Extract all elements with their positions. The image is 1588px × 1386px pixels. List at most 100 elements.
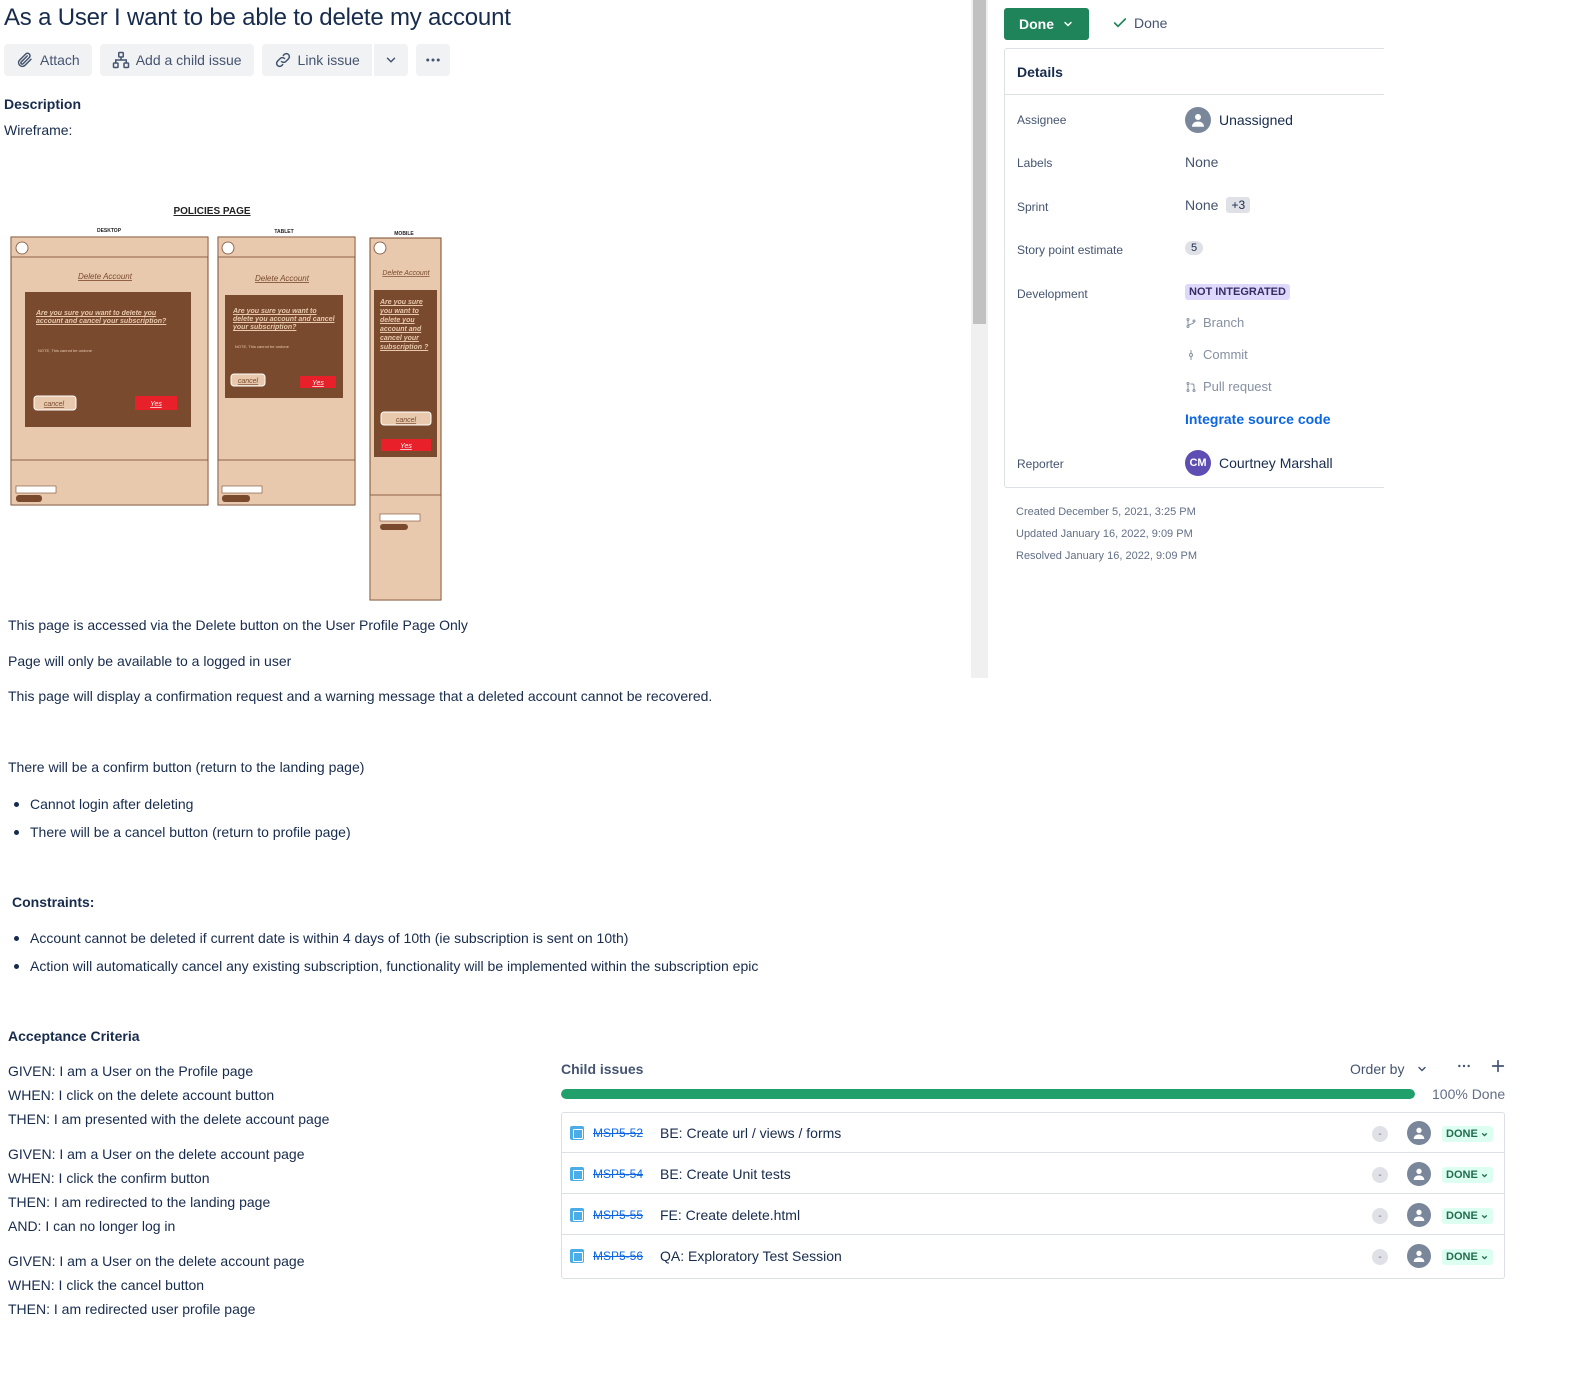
order-by-button[interactable]: Order by [1350,1061,1428,1077]
table-row[interactable]: MSP5-55 FE: Create delete.html - DONE [562,1195,1504,1235]
wireframe-image[interactable]: POLICIES PAGE DESKTOP TABLET MOBILE Dele… [8,200,448,602]
table-row[interactable]: MSP5-52 BE: Create url / views / forms -… [562,1113,1504,1153]
add-child-label: Add a child issue [135,52,242,68]
list-item: Cannot login after deleting [14,795,351,823]
avatar: CM [1185,450,1211,476]
issue-key[interactable]: MSP5-54 [593,1167,643,1181]
reporter-field[interactable]: CM Courtney Marshall [1185,450,1333,476]
child-issues-actions [1456,1058,1506,1074]
wireframe-mobile: Delete Account Are you sure you want to … [369,237,442,601]
wireframe-tablet-title: Delete Account [255,274,310,283]
story-points-field[interactable]: 5 [1185,241,1204,255]
scrollbar-thumb[interactable] [973,0,986,324]
user-icon [1413,1209,1425,1221]
attach-button[interactable]: Attach [4,44,92,76]
pull-request-label: Pull request [1203,379,1272,394]
chevron-down-icon [1481,1173,1487,1178]
development-status: NOT INTEGRATED [1185,284,1290,300]
priority-indicator[interactable]: - [1372,1208,1388,1224]
priority-indicator[interactable]: - [1372,1167,1388,1183]
wireframe-mobile-yes: Yes [400,443,412,450]
subtask-icon [570,1167,584,1181]
chevron-down-icon [1481,1255,1487,1260]
chevron-down-icon [1418,1066,1427,1072]
more-icon[interactable] [1456,1058,1472,1074]
issue-summary[interactable]: QA: Exploratory Test Session [660,1248,842,1264]
description-paragraph: This page is accessed via the Delete but… [8,617,468,633]
list-item: There will be a cancel button (return to… [14,823,351,851]
link-issue-dropdown-button[interactable] [373,44,408,76]
criteria-line: GIVEN: I am a User on the delete account… [8,1253,305,1269]
link-issue-button[interactable]: Link issue [261,44,372,76]
criteria-line: WHEN: I click on the delete account butt… [8,1087,275,1103]
avatar[interactable] [1407,1244,1431,1268]
pull-request-icon [1186,381,1196,392]
description-paragraph: This page will display a confirmation re… [8,688,713,704]
priority-indicator[interactable]: - [1372,1126,1388,1142]
issue-summary[interactable]: BE: Create url / views / forms [660,1125,841,1141]
status-dropdown[interactable]: DONE [1442,1167,1493,1183]
status-dropdown[interactable]: DONE [1442,1126,1493,1142]
branch-link[interactable]: Branch [1185,315,1244,330]
user-icon [1192,114,1204,127]
scrollbar[interactable] [971,0,988,678]
details-heading[interactable]: Details [1005,49,1384,95]
order-by-label: Order by [1350,1061,1405,1077]
issue-key[interactable]: MSP5-55 [593,1208,643,1222]
criteria-line: THEN: I am redirected user profile page [8,1301,256,1317]
wireframe-tablet: Delete Account Are you sure you want to … [217,236,356,506]
criteria-line: WHEN: I click the cancel button [8,1277,205,1293]
link-icon [275,52,290,68]
assignee-field[interactable]: Unassigned [1185,107,1293,133]
issue-title[interactable]: As a User I want to be able to delete my… [4,4,511,32]
status-dropdown-button[interactable]: Done [1004,8,1089,40]
integrate-source-code-link[interactable]: Integrate source code [1185,411,1331,427]
chevron-down-icon [386,57,396,63]
criteria-line: THEN: I am redirected to the landing pag… [8,1194,271,1210]
wireframe-mobile-title: Delete Account [382,270,430,277]
link-issue-label: Link issue [297,52,360,68]
user-icon [1413,1168,1425,1180]
labels-value[interactable]: None [1185,154,1218,170]
status-dropdown[interactable]: DONE [1442,1249,1493,1265]
progress-label: 100% Done [1432,1086,1506,1102]
wireframe-tablet-label: TABLET [274,229,293,235]
paperclip-icon [17,52,32,68]
issue-key[interactable]: MSP5-56 [593,1249,643,1263]
sprint-value: None [1185,197,1219,213]
wireframe-tablet-note: NOTE, This cannot be undone [235,344,290,349]
wireframe-tablet-yes: Yes [312,380,324,387]
details-panel: Details Assignee Unassigned Labels None … [1004,48,1384,488]
issue-summary[interactable]: FE: Create delete.html [660,1207,800,1223]
resolved-timestamp: Resolved January 16, 2022, 9:09 PM [1016,550,1198,562]
status-label: DONE [1446,1251,1478,1263]
sprint-field[interactable]: None +3 [1185,197,1251,213]
status-dropdown[interactable]: DONE [1442,1208,1493,1224]
issue-key[interactable]: MSP5-52 [593,1126,643,1140]
avatar[interactable] [1407,1121,1431,1145]
development-label: Development [1017,287,1088,301]
more-actions-button[interactable] [415,44,450,76]
requirements-list: Cannot login after deleting There will b… [14,795,351,851]
add-icon[interactable] [1490,1058,1506,1074]
table-row[interactable]: MSP5-54 BE: Create Unit tests - DONE [562,1154,1504,1194]
table-row[interactable]: MSP5-56 QA: Exploratory Test Session - D… [562,1236,1504,1276]
add-child-issue-button[interactable]: Add a child issue [99,44,254,76]
avatar[interactable] [1407,1203,1431,1227]
branch-label: Branch [1203,315,1245,330]
commit-icon [1189,349,1193,360]
issue-summary[interactable]: BE: Create Unit tests [660,1166,791,1182]
wireframe-mobile-label: MOBILE [394,231,414,237]
subtask-icon [570,1249,584,1263]
priority-indicator[interactable]: - [1372,1249,1388,1265]
description-paragraph: There will be a confirm button (return t… [8,759,365,775]
avatar [1185,107,1211,133]
sprint-extra-badge[interactable]: +3 [1226,197,1251,213]
wireframe-label: Wireframe: [4,122,73,138]
commit-link[interactable]: Commit [1185,347,1248,362]
more-icon [426,58,440,62]
avatar[interactable] [1407,1162,1431,1186]
pull-request-link[interactable]: Pull request [1185,379,1272,394]
assignee-value: Unassigned [1219,112,1293,128]
wireframe-desktop: Delete Account Are you sure you want to … [10,236,209,506]
